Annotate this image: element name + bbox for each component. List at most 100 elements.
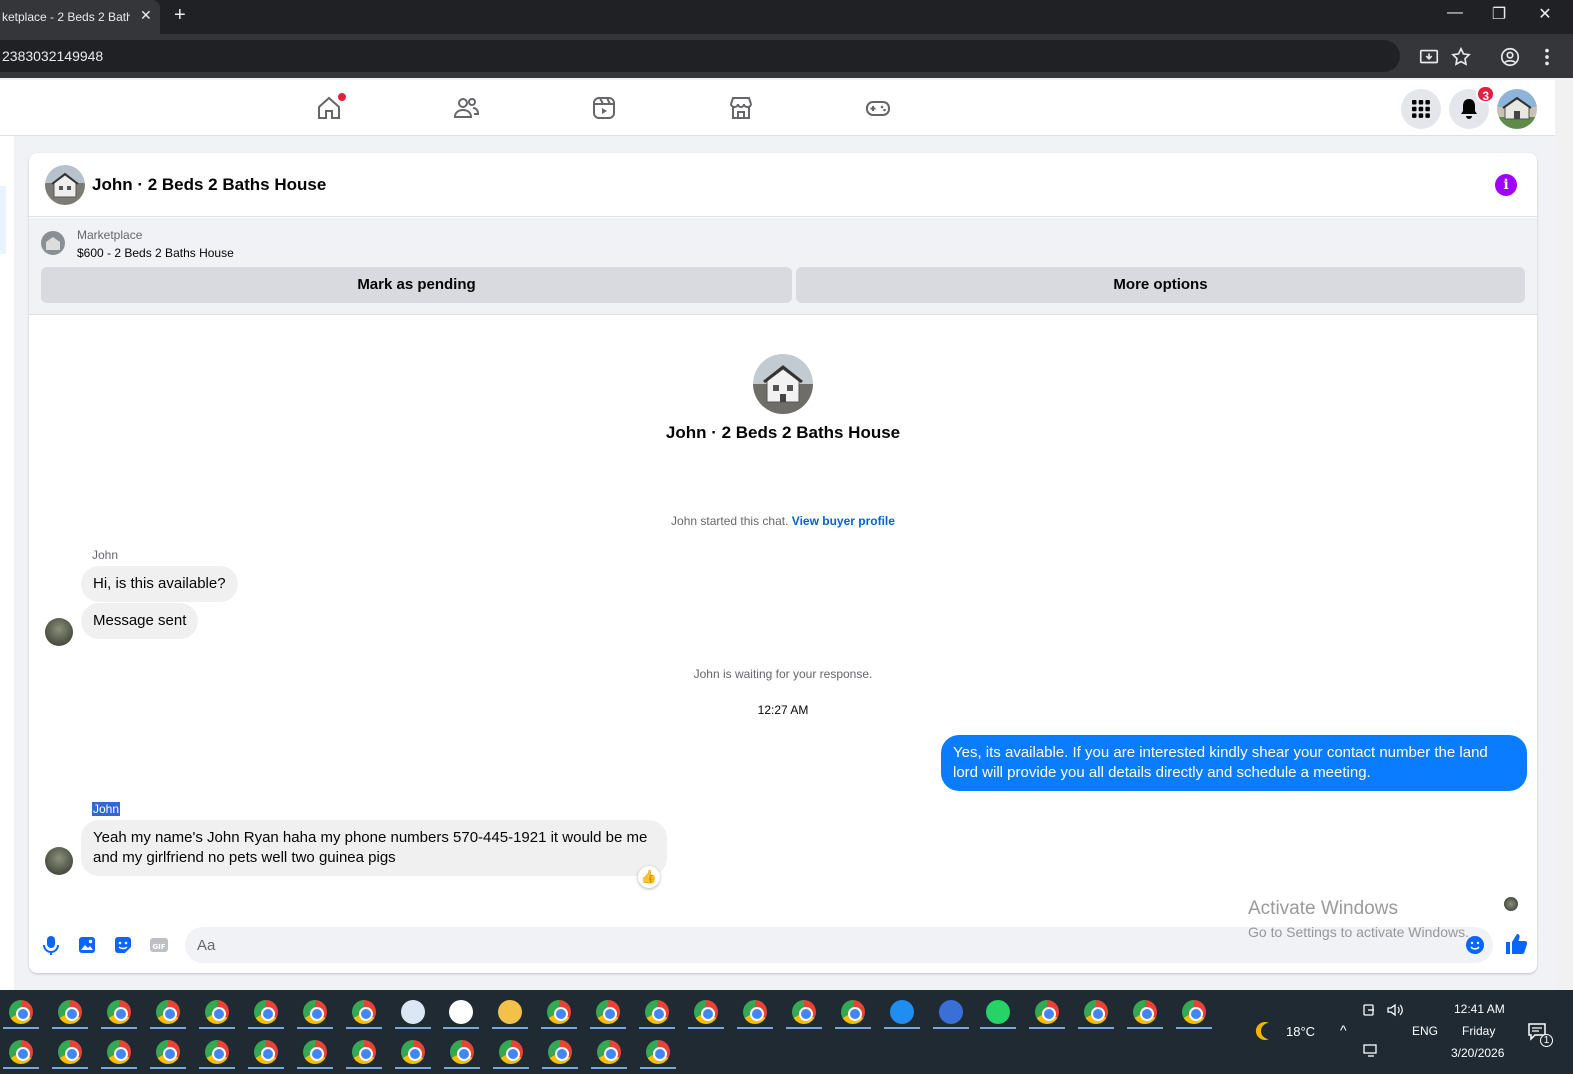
new-tab-button[interactable]: + xyxy=(174,4,186,27)
chat-header: John · 2 Beds 2 Baths House i xyxy=(29,153,1537,217)
outgoing-message[interactable]: Yes, its available. If you are intereste… xyxy=(941,735,1527,791)
chrome-taskbar-icon[interactable] xyxy=(205,1040,229,1064)
chrome-taskbar-icon[interactable] xyxy=(596,1000,620,1024)
chrome-taskbar-icon[interactable] xyxy=(1084,1000,1108,1024)
restore-button[interactable]: ❐ xyxy=(1479,4,1519,24)
page-scrollbar[interactable] xyxy=(1555,80,1573,990)
chrome-taskbar-icon[interactable] xyxy=(352,1040,376,1064)
view-buyer-profile-link[interactable]: View buyer profile xyxy=(792,514,895,528)
clock-day[interactable]: Friday xyxy=(1462,1024,1495,1038)
listing-title[interactable]: $600 - 2 Beds 2 Baths House xyxy=(77,246,234,260)
grid-icon xyxy=(1412,100,1430,118)
thumbs-up-reaction[interactable]: 👍 xyxy=(638,866,660,888)
taskbar-app-icon[interactable] xyxy=(498,1000,522,1024)
chrome-taskbar-icon[interactable] xyxy=(156,1000,180,1024)
marketplace-icon[interactable] xyxy=(727,94,755,122)
chrome-taskbar-icon[interactable] xyxy=(107,1040,131,1064)
close-window-button[interactable]: ✕ xyxy=(1525,4,1565,24)
tray-chevron-up-icon[interactable]: ^ xyxy=(1340,1022,1347,1038)
clock-time[interactable]: 12:41 AM xyxy=(1454,1002,1505,1016)
chrome-taskbar-icon[interactable] xyxy=(547,1000,571,1024)
mark-as-pending-button[interactable]: Mark as pending xyxy=(41,267,792,303)
chrome-taskbar-icon[interactable] xyxy=(548,1040,572,1064)
listing-thumbnail[interactable] xyxy=(41,231,65,255)
video-icon[interactable] xyxy=(590,94,618,122)
sticker-icon[interactable] xyxy=(112,934,134,956)
microphone-icon[interactable] xyxy=(40,934,62,956)
left-sidebar-edge xyxy=(0,136,14,990)
chrome-taskbar-icon[interactable] xyxy=(9,1000,33,1024)
conversation-avatar[interactable] xyxy=(45,165,85,205)
minimize-button[interactable]: — xyxy=(1435,4,1475,22)
chrome-taskbar-icon[interactable] xyxy=(9,1040,33,1064)
photo-icon[interactable] xyxy=(76,934,98,956)
chrome-taskbar-icon[interactable] xyxy=(743,1000,767,1024)
chrome-taskbar-icon[interactable] xyxy=(646,1040,670,1064)
incoming-message[interactable]: Hi, is this available? xyxy=(81,566,238,602)
taskbar-app-icon[interactable] xyxy=(890,1000,914,1024)
chrome-taskbar-icon[interactable] xyxy=(205,1000,229,1024)
chrome-taskbar-icon[interactable] xyxy=(499,1040,523,1064)
chrome-taskbar-icon[interactable] xyxy=(792,1000,816,1024)
moon-weather-icon[interactable] xyxy=(1254,1020,1276,1042)
chrome-taskbar-icon[interactable] xyxy=(156,1040,180,1064)
info-icon[interactable]: i xyxy=(1495,174,1517,196)
chrome-taskbar-icon[interactable] xyxy=(1035,1000,1059,1024)
tab-title: ketplace - 2 Beds 2 Bath xyxy=(2,10,130,24)
bookmark-star-icon[interactable] xyxy=(1450,46,1472,68)
chrome-taskbar-icon[interactable] xyxy=(597,1040,621,1064)
menu-kebab-icon[interactable] xyxy=(1536,46,1558,68)
more-options-button[interactable]: More options xyxy=(796,267,1525,303)
waiting-notice: John is waiting for your response. xyxy=(693,667,873,681)
chrome-taskbar-icon[interactable] xyxy=(303,1040,327,1064)
tab-close-icon[interactable]: ✕ xyxy=(140,7,152,24)
house-thumbnail-icon xyxy=(763,365,803,403)
taskbar-running-indicator xyxy=(101,1067,137,1069)
weather-temperature[interactable]: 18°C xyxy=(1286,1024,1315,1039)
chrome-taskbar-icon[interactable] xyxy=(303,1000,327,1024)
chrome-taskbar-icon[interactable] xyxy=(1182,1000,1206,1024)
conversation-center-title: John · 2 Beds 2 Baths House xyxy=(665,423,901,442)
chrome-taskbar-icon[interactable] xyxy=(1133,1000,1157,1024)
clock-date[interactable]: 3/20/2026 xyxy=(1451,1046,1504,1060)
friends-icon[interactable] xyxy=(452,94,480,122)
display-icon[interactable] xyxy=(1362,1042,1380,1058)
chrome-taskbar-icon[interactable] xyxy=(401,1040,425,1064)
chrome-taskbar-icon[interactable] xyxy=(694,1000,718,1024)
menu-grid-button[interactable] xyxy=(1401,89,1441,129)
chrome-taskbar-icon[interactable] xyxy=(450,1040,474,1064)
taskbar-running-indicator xyxy=(786,1027,822,1029)
message-sender: John xyxy=(92,548,119,562)
sender-avatar[interactable] xyxy=(45,618,73,646)
account-avatar[interactable] xyxy=(1497,89,1537,129)
chrome-taskbar-icon[interactable] xyxy=(645,1000,669,1024)
url-field[interactable]: 2383032149948 xyxy=(0,40,1400,72)
taskbar-app-icon[interactable] xyxy=(449,1000,473,1024)
chrome-taskbar-icon[interactable] xyxy=(254,1000,278,1024)
incoming-message[interactable]: Yeah my name's John Ryan haha my phone n… xyxy=(81,820,667,876)
chrome-taskbar-icon[interactable] xyxy=(58,1000,82,1024)
volume-icon[interactable] xyxy=(1386,1002,1404,1018)
gaming-icon[interactable] xyxy=(864,94,892,122)
network-icon[interactable] xyxy=(1362,1002,1378,1018)
chrome-taskbar-icon[interactable] xyxy=(352,1000,376,1024)
taskbar-app-icon[interactable] xyxy=(939,1000,963,1024)
chrome-taskbar-icon[interactable] xyxy=(58,1040,82,1064)
sender-avatar[interactable] xyxy=(45,847,73,875)
notifications-button[interactable]: 3 xyxy=(1449,85,1495,129)
conversation-title[interactable]: John · 2 Beds 2 Baths House xyxy=(92,175,326,195)
chrome-taskbar-icon[interactable] xyxy=(841,1000,865,1024)
taskbar-app-icon[interactable] xyxy=(986,1000,1010,1024)
taskbar-running-indicator xyxy=(52,1067,88,1069)
gif-icon[interactable]: GIF xyxy=(148,934,170,956)
taskbar-running-indicator xyxy=(248,1067,284,1069)
chrome-taskbar-icon[interactable] xyxy=(107,1000,131,1024)
chrome-taskbar-icon[interactable] xyxy=(254,1040,278,1064)
profile-icon[interactable] xyxy=(1499,46,1521,68)
language-indicator[interactable]: ENG xyxy=(1412,1024,1438,1038)
taskbar-app-icon[interactable] xyxy=(401,1000,425,1024)
install-app-icon[interactable] xyxy=(1418,46,1440,68)
browser-tab[interactable]: ketplace - 2 Beds 2 Bath ✕ xyxy=(0,0,160,34)
like-thumb-icon[interactable] xyxy=(1504,932,1528,956)
incoming-message[interactable]: Message sent xyxy=(81,603,199,639)
